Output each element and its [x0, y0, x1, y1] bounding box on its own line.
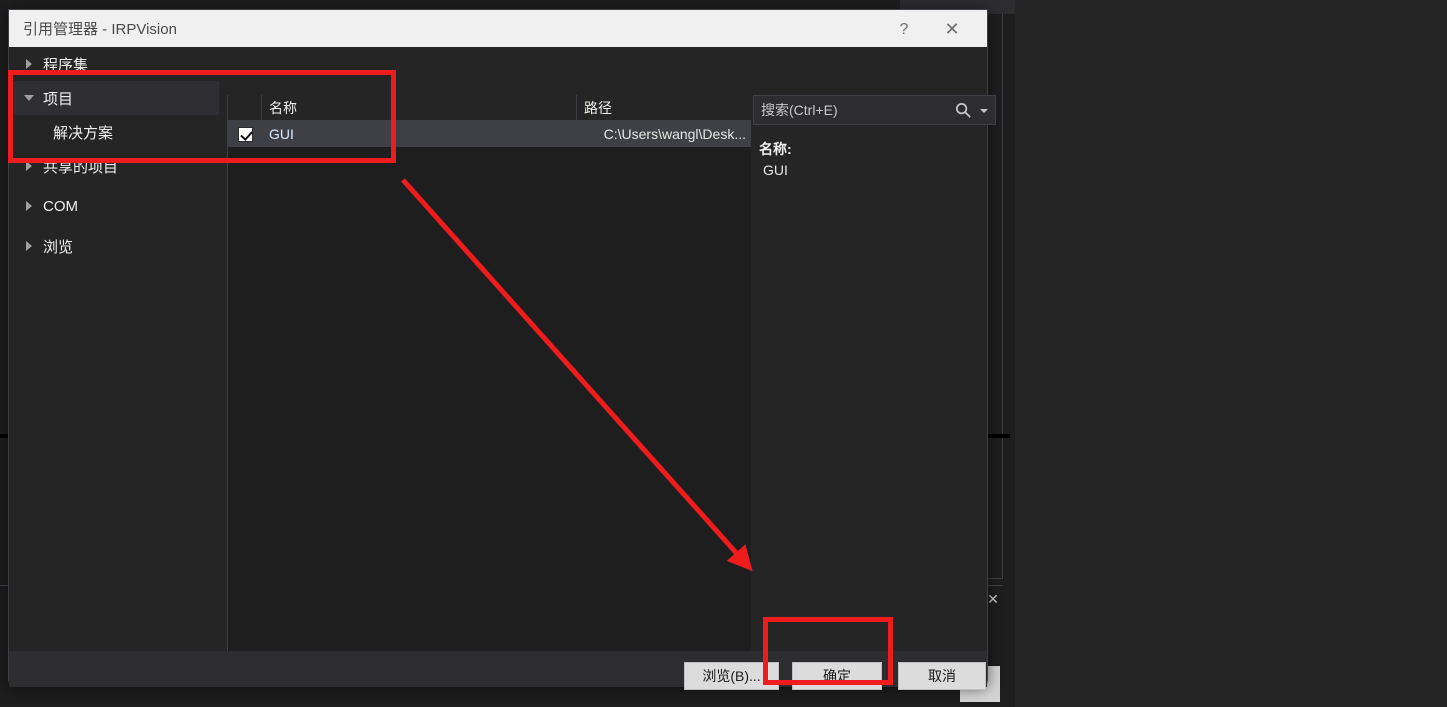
category-item-label: 浏览 [43, 238, 74, 256]
category-item-程序集[interactable]: 程序集 [9, 47, 219, 81]
checkbox-checked-icon[interactable] [237, 126, 253, 142]
category-item-label: 程序集 [43, 56, 89, 74]
row-path: C:\Users\wangl\Desk... [603, 126, 746, 142]
table-row[interactable]: GUI C:\Users\wangl\Desk... [228, 121, 751, 147]
help-icon[interactable]: ? [887, 18, 921, 42]
chevron-down-icon[interactable] [19, 95, 39, 101]
category-item-COM[interactable]: COM [9, 189, 219, 223]
search-input[interactable]: 搜索(Ctrl+E) [753, 95, 996, 125]
twisty-glyph [26, 201, 32, 211]
twisty-glyph [26, 59, 32, 69]
detail-pane: 名称: GUI [759, 139, 994, 178]
solution-explorer: 搜索解决方案资源管理器(Ctrl+;) 解决方案 'IRPVision' (2 … [1015, 0, 1447, 707]
column-header-check[interactable] [228, 94, 262, 121]
category-tree[interactable]: 程序集项目解决方案共享的项目 COM 浏览 [9, 47, 219, 647]
twisty-glyph [24, 95, 34, 101]
reference-list[interactable]: 名称 路径 GUI C:\Users\wangl\Desk... [227, 94, 751, 684]
chevron-right-icon[interactable] [19, 59, 39, 69]
ok-button[interactable]: 确定 [792, 662, 882, 690]
cancel-button[interactable]: 取消 [898, 662, 986, 690]
column-header-path[interactable]: 路径 [577, 95, 751, 121]
category-item-label: 项目 [43, 90, 74, 108]
panel-close-icon[interactable]: ✕ [986, 592, 1000, 606]
category-item-解决方案[interactable]: 解决方案 [9, 115, 219, 149]
close-icon[interactable]: ✕ [935, 18, 969, 42]
category-item-项目[interactable]: 项目 [9, 81, 219, 115]
category-item-label: COM [43, 197, 78, 215]
detail-name-value: GUI [763, 162, 788, 178]
row-name: GUI [269, 126, 294, 142]
twisty-glyph [26, 161, 32, 171]
search-icon[interactable] [954, 101, 973, 120]
column-header-blank[interactable] [392, 94, 577, 121]
column-header-name[interactable]: 名称 [262, 94, 392, 121]
list-header: 名称 路径 [228, 94, 751, 121]
browse-button[interactable]: 浏览(B)... [684, 662, 779, 690]
dialog-titlebar: 引用管理器 - IRPVision [9, 10, 987, 47]
category-item-浏览[interactable]: 浏览 [9, 229, 219, 263]
dialog-title: 引用管理器 - IRPVision [23, 21, 177, 38]
chevron-right-icon[interactable] [19, 241, 39, 251]
category-item-label: 共享的项目 [43, 158, 119, 176]
chevron-right-icon[interactable] [19, 161, 39, 171]
detail-name-label: 名称: [759, 141, 792, 157]
chevron-right-icon[interactable] [19, 201, 39, 211]
row-checkbox[interactable] [228, 126, 262, 142]
chevron-down-icon[interactable] [980, 109, 988, 113]
search-placeholder: 搜索(Ctrl+E) [761, 102, 838, 118]
category-item-共享的项目[interactable]: 共享的项目 [9, 149, 219, 183]
reference-manager-dialog: 引用管理器 - IRPVision ? ✕ 程序集项目解决方案共享的项目 COM 浏… [8, 9, 996, 690]
category-item-label: 解决方案 [53, 124, 114, 142]
screen: ✕ ✕ 搜索解决方案资源管理器(Ctrl+;) 解决方案 'IRPVision'… [0, 0, 1447, 707]
dialog-body: 程序集项目解决方案共享的项目 COM 浏览 名称 路径 GUI C:\Users\w… [9, 47, 996, 684]
twisty-glyph [26, 241, 32, 251]
